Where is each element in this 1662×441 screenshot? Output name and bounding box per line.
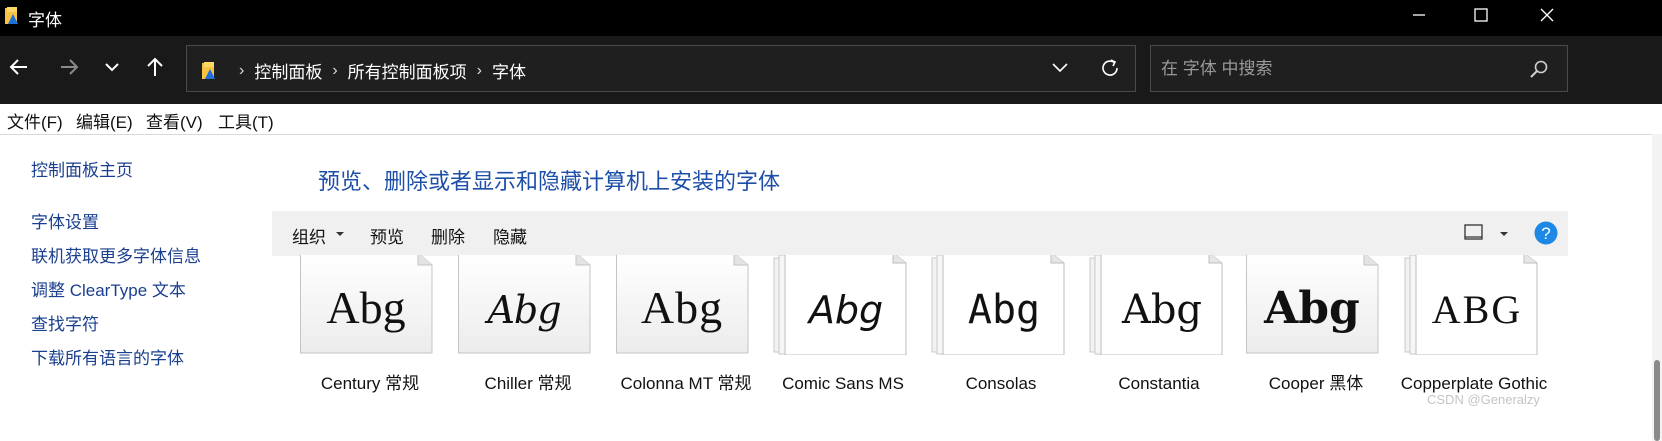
search-box[interactable]	[1150, 45, 1568, 92]
address-bar[interactable]: › 控制面板 › 所有控制面板项 › 字体	[186, 45, 1136, 92]
arrow-up-icon	[147, 57, 163, 76]
font-item[interactable]: Abg Century 常规	[300, 255, 440, 441]
sidebar-link-download-fonts[interactable]: 下载所有语言的字体	[31, 344, 184, 369]
search-icon[interactable]	[1529, 59, 1549, 79]
font-name-label: Cooper 黑体	[1268, 374, 1364, 393]
menu-edit[interactable]: 编辑(E)	[76, 108, 133, 133]
close-icon	[1540, 8, 1554, 22]
refresh-button[interactable]	[1099, 57, 1121, 84]
font-name-label: Century 常规	[320, 374, 420, 393]
sidebar-link-font-settings[interactable]: 字体设置	[31, 208, 99, 233]
organize-button[interactable]: 组织	[292, 223, 326, 248]
menu-bar: 文件(F) 编辑(E) 查看(V) 工具(T)	[0, 104, 1662, 135]
sidebar-link-control-panel-home[interactable]: 控制面板主页	[31, 156, 133, 181]
up-button[interactable]	[140, 52, 170, 82]
font-name-label: Chiller 常规	[484, 374, 572, 393]
font-item[interactable]: ABG Copperplate Gothic	[1401, 255, 1547, 441]
maximize-icon	[1474, 8, 1488, 22]
font-item[interactable]: Abg Chiller 常规	[458, 255, 598, 441]
breadcrumb: › 控制面板 › 所有控制面板项 › 字体	[201, 58, 526, 83]
font-sample-text: Abg	[1121, 287, 1202, 333]
folder-fonts-icon	[5, 7, 18, 24]
font-sample-text: Abg	[484, 288, 560, 332]
font-name-label: Comic Sans MS	[782, 374, 904, 393]
font-item[interactable]: Abg Cooper 黑体	[1246, 255, 1386, 441]
close-button[interactable]	[1512, 0, 1582, 30]
font-file-icon: Abg	[300, 255, 433, 354]
hide-button[interactable]: 隐藏	[493, 223, 527, 248]
chevron-down-icon	[1052, 63, 1068, 73]
help-icon[interactable]: ?	[1534, 221, 1558, 245]
recent-locations-button[interactable]	[97, 52, 127, 82]
command-bar: 组织 预览 删除 隐藏 ?	[272, 211, 1568, 256]
font-item[interactable]: Abg Colonna MT 常规	[616, 255, 756, 441]
help-glyph: ?	[1541, 224, 1550, 243]
minimize-button[interactable]	[1384, 0, 1454, 30]
font-name-label: Consolas	[965, 374, 1037, 393]
preview-button[interactable]: 预览	[370, 223, 404, 248]
font-file-icon: Abg	[1089, 255, 1223, 355]
view-options-icon[interactable]	[1464, 224, 1484, 242]
font-sample-text: Abg	[641, 282, 723, 333]
minimize-icon	[1413, 14, 1425, 16]
font-file-icon: Abg	[616, 255, 749, 354]
search-input[interactable]	[1159, 56, 1523, 82]
font-sample-text: Abg	[806, 288, 883, 332]
breadcrumb-fonts[interactable]: 字体	[492, 58, 526, 83]
breadcrumb-separator: ›	[332, 61, 338, 79]
font-sample-text: ABG	[1432, 287, 1522, 332]
maximize-button[interactable]	[1446, 0, 1516, 30]
address-history-button[interactable]	[1051, 58, 1069, 81]
scrollbar-thumb[interactable]	[1654, 360, 1660, 441]
view-dropdown-icon[interactable]	[1500, 232, 1508, 236]
menu-tools[interactable]: 工具(T)	[218, 108, 274, 133]
folder-fonts-icon	[202, 61, 215, 79]
font-file-icon: Abg	[1246, 255, 1379, 354]
breadcrumb-control-panel[interactable]: 控制面板	[254, 58, 322, 83]
font-sample-text: Abg	[968, 287, 1040, 333]
font-file-icon: Abg	[773, 255, 907, 355]
font-item[interactable]: Abg Comic Sans MS	[773, 255, 913, 441]
font-file-icon: Abg	[931, 255, 1065, 355]
font-item[interactable]: Abg Consolas	[931, 255, 1071, 441]
font-name-label: Constantia	[1118, 374, 1200, 393]
chevron-down-icon	[105, 63, 119, 72]
menu-view[interactable]: 查看(V)	[146, 108, 203, 133]
font-item[interactable]: Abg Constantia	[1089, 255, 1229, 441]
organize-dropdown-icon[interactable]	[336, 232, 344, 236]
forward-button[interactable]	[54, 52, 84, 82]
delete-button[interactable]: 删除	[431, 223, 465, 248]
breadcrumb-separator: ›	[239, 61, 245, 79]
font-sample-text: Abg	[1263, 283, 1360, 334]
font-sample-text: Abg	[326, 282, 405, 333]
arrow-right-icon	[61, 59, 79, 75]
watermark: CSDN @Generalzy	[1427, 392, 1540, 407]
sidebar-link-find-character[interactable]: 查找字符	[31, 310, 99, 335]
window-title: 字体	[28, 11, 62, 30]
font-name-label: Colonna MT 常规	[620, 374, 752, 393]
back-button[interactable]	[4, 52, 34, 82]
menu-file[interactable]: 文件(F)	[7, 108, 63, 133]
arrow-left-icon	[9, 59, 27, 75]
breadcrumb-all-items[interactable]: 所有控制面板项	[348, 58, 467, 83]
sidebar-link-online-font-info[interactable]: 联机获取更多字体信息	[31, 242, 201, 267]
page-title: 预览、删除或者显示和隐藏计算机上安装的字体	[318, 169, 781, 194]
font-file-icon: Abg	[458, 255, 591, 354]
refresh-icon	[1102, 59, 1118, 76]
font-file-icon: ABG	[1404, 255, 1538, 355]
sidebar-link-cleartype[interactable]: 调整 ClearType 文本	[31, 276, 186, 301]
breadcrumb-separator: ›	[476, 61, 482, 79]
title-bar: 字体	[0, 0, 1662, 36]
